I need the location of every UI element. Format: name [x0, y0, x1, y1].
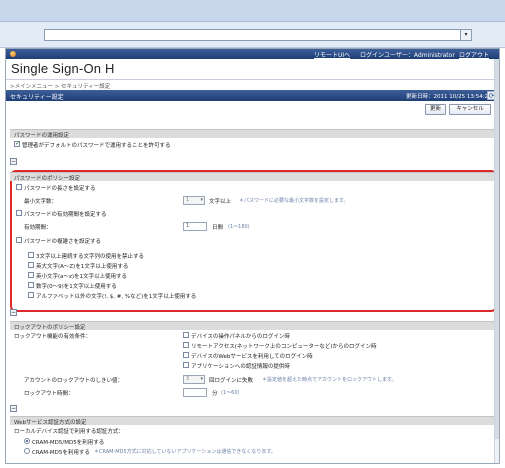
section-header: セキュリティー設定 更新日時：2011 10/25 13:54:22 ⟳ [6, 90, 499, 101]
lockout-condition-label: ロックアウト機能の有効条件： [14, 334, 92, 340]
app-logo-icon [10, 51, 16, 57]
auth-method-note: ＊CRAM-MD5方式に対応していないアプリケーションは通信できなくなります。 [94, 449, 276, 455]
browser-toolbar: ▾ [0, 22, 505, 48]
auth-method-radio[interactable] [24, 438, 30, 444]
lockout-condition-option: リモートアクセス(ネットワーク上のコンピューターなど)からのログイン時 [191, 344, 377, 350]
lockout-condition-option: デバイスの操作パネルからのログイン時 [191, 334, 290, 340]
password-policy-header: パスワードのポリシー設定 [10, 172, 496, 182]
lockout-threshold-select[interactable]: 3 [183, 375, 205, 384]
scrollbar[interactable] [494, 59, 499, 463]
lockout-threshold-label: アカウントのロックアウトのしきい値： [24, 378, 124, 384]
lockout-condition-option: デバイスのWebサービスを利用してのログイン時 [191, 354, 313, 360]
divider [6, 79, 499, 80]
cancel-button[interactable]: キャンセル [449, 104, 491, 115]
remote-ui-link[interactable]: リモートUIへ [314, 50, 350, 59]
collapse-icon[interactable]: − [10, 158, 17, 165]
password-expiry-checkbox[interactable] [16, 210, 22, 216]
complexity-option-checkbox[interactable] [28, 292, 34, 298]
password-length-checkbox[interactable] [16, 184, 22, 190]
min-length-note: ＊パスワードに必要な最小文字数を設定します。 [239, 198, 349, 204]
min-length-select[interactable]: 1 [183, 196, 205, 205]
scrollbar-thumb[interactable] [495, 59, 499, 439]
expiry-period-unit: 日間 [212, 225, 224, 231]
auth-method-radio[interactable] [24, 448, 30, 454]
update-button[interactable]: 更新 [425, 104, 446, 115]
auth-method-option: CRAM-MD5/MD5を利用する [32, 440, 105, 446]
complexity-option-label: 数字(0～9)を1文字以上使用する [36, 284, 117, 290]
collapse-icon[interactable]: − [10, 405, 17, 412]
lockout-time-input[interactable] [183, 388, 207, 397]
complexity-option-label: 3文字以上連続する文字列の使用を禁止する [36, 254, 145, 260]
password-expiry-label: パスワードの有効期間を設定する [24, 212, 107, 218]
address-dropdown-icon[interactable]: ▾ [460, 30, 471, 40]
allow-default-password-checkbox[interactable] [14, 140, 20, 147]
complexity-option-label: 英大文字(A～Z)を1文字以上使用する [36, 264, 129, 270]
min-length-label: 最小文字数： [24, 199, 58, 205]
collapse-icon[interactable]: − [10, 309, 17, 316]
logout-link[interactable]: ログアウト [459, 50, 489, 59]
password-policy-header-label: パスワードのポリシー設定 [14, 176, 81, 182]
complexity-option-checkbox[interactable] [28, 262, 34, 268]
updated-timestamp: 更新日時：2011 10/25 13:54:22 [406, 94, 492, 100]
password-length-label: パスワードの長さを設定する [24, 186, 96, 192]
complexity-option-checkbox[interactable] [28, 272, 34, 278]
lockout-time-range: (1～60) [221, 390, 240, 396]
expiry-period-range: (1～180) [228, 224, 250, 230]
min-length-unit: 文字以上 [209, 199, 232, 205]
lockout-threshold-unit: 回ログインに失敗 [209, 378, 254, 384]
lockout-time-unit: 分 [212, 391, 218, 397]
login-user-label: ログインユーザー：Administrator [360, 52, 455, 59]
password-use-header: パスワードの運用設定 [10, 129, 496, 139]
complexity-option-checkbox[interactable] [28, 282, 34, 288]
auth-method-option: CRAM-MD5を利用する [32, 450, 90, 456]
browser-title-bar [0, 0, 505, 22]
password-complexity-label: パスワードの複雑さを設定する [24, 239, 102, 245]
lockout-condition-checkbox[interactable] [183, 352, 189, 358]
expiry-period-label: 有効期間： [24, 225, 52, 231]
complexity-option-label: 英小文字(a～z)を1文字以上使用する [36, 274, 128, 280]
lockout-threshold-note: ＊設定値を超えた時点でアカウントをロックアウトします。 [262, 377, 397, 383]
lockout-policy-header: ロックアウトのポリシー設定 [10, 321, 496, 331]
expiry-period-input[interactable]: 1 [183, 222, 207, 231]
complexity-option-label: アルファベット以外の文字(!, $, #, %など)を1文字以上使用する [36, 294, 197, 300]
lockout-condition-checkbox[interactable] [183, 332, 189, 338]
breadcrumb[interactable]: >メインメニュー > セキュリティー設定 [10, 82, 110, 90]
app-title: Single Sign-On H [11, 61, 115, 76]
web-auth-method-label: ローカルデバイス認証で利用する認証方式： [14, 429, 124, 435]
complexity-option-checkbox[interactable] [28, 252, 34, 258]
web-auth-header-label: Webサービス認証方式の設定 [14, 420, 87, 426]
app-header: リモートUIへ ログインユーザー：Administrator ログアウト [6, 49, 499, 59]
password-complexity-checkbox[interactable] [16, 237, 22, 243]
lockout-condition-option: アプリケーションへの認証情報の提供時 [191, 364, 290, 370]
web-auth-header: Webサービス認証方式の設定 [10, 416, 496, 426]
allow-default-password-label: 管理者がデフォルトのパスワードで運用することを許可する [22, 143, 171, 149]
section-title: セキュリティー設定 [10, 94, 64, 101]
lockout-policy-header-label: ロックアウトのポリシー設定 [14, 325, 86, 331]
lockout-condition-checkbox[interactable] [183, 362, 189, 368]
password-use-header-label: パスワードの運用設定 [14, 133, 70, 139]
lockout-time-label: ロックアウト時間： [24, 391, 74, 397]
app-frame: リモートUIへ ログインユーザー：Administrator ログアウト Sin… [5, 48, 500, 464]
address-bar[interactable]: ▾ [44, 29, 472, 41]
lockout-condition-checkbox[interactable] [183, 342, 189, 348]
